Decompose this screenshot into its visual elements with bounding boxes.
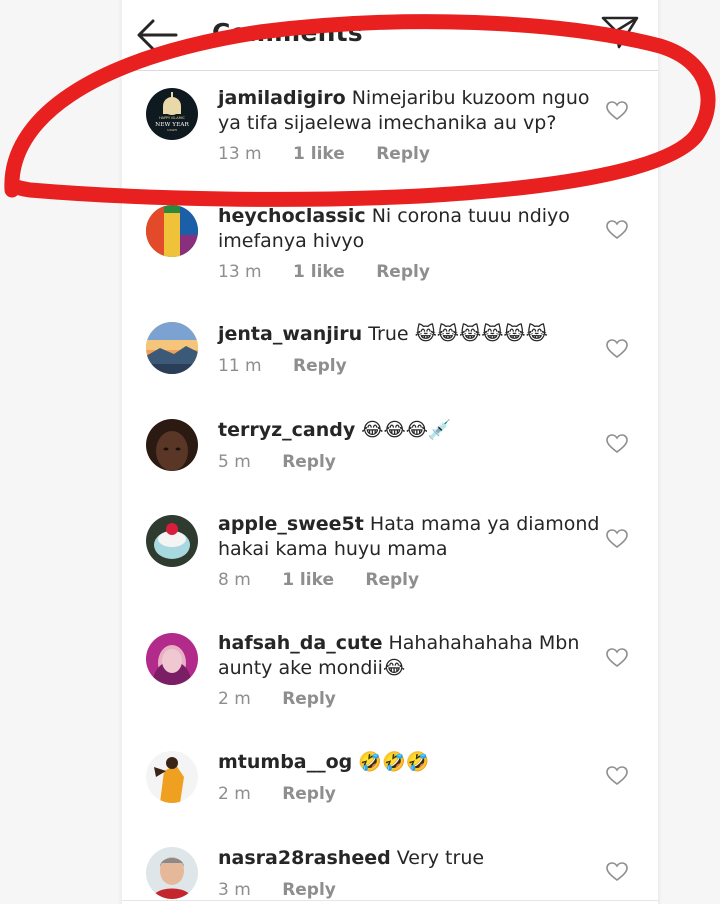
comment-text: Ni corona tuuu ndiyo <box>371 205 570 227</box>
reply-button[interactable]: Reply <box>282 689 336 709</box>
comment-body: apple_swee5t Hata mama ya diamond hakai … <box>218 512 608 562</box>
comment-item: heychoclassic Ni corona tuuu ndiyo imefa… <box>122 190 658 308</box>
comment-body: nasra28rasheed Very true <box>218 846 608 871</box>
comment-body: mtumba__og 🤣🤣🤣 <box>218 750 608 775</box>
avatar-caption-3: 1442H <box>167 128 177 132</box>
comment-text-line2: hakai kama huyu mama <box>218 538 448 560</box>
comment-username[interactable]: mtumba__og <box>218 751 352 773</box>
comment-time: 3 m <box>218 880 251 900</box>
comment-body: heychoclassic Ni corona tuuu ndiyo imefa… <box>218 204 608 254</box>
comment-username[interactable]: hafsah_da_cute <box>218 632 382 654</box>
comment-item: hafsah_da_cute Hahahahahaha Mbn aunty ak… <box>122 622 658 736</box>
comment-item: apple_swee5t Hata mama ya diamond hakai … <box>122 504 658 618</box>
comment-text-line2: aunty ake mondii😂 <box>218 657 406 679</box>
comment-text: Hata mama ya diamond <box>369 513 600 535</box>
avatar-caption-1: HAPPY ISLAMIC <box>159 116 185 120</box>
comment-username[interactable]: jamiladigiro <box>218 87 346 109</box>
avatar[interactable] <box>146 751 198 803</box>
reply-button[interactable]: Reply <box>376 144 430 164</box>
heart-icon[interactable] <box>606 339 628 359</box>
heart-icon[interactable] <box>606 529 628 549</box>
reply-button[interactable]: Reply <box>293 356 347 376</box>
reply-button[interactable]: Reply <box>365 570 419 590</box>
comment-time: 5 m <box>218 452 251 472</box>
comment-text: 😂😂😂💉 <box>361 419 452 441</box>
comment-meta: 8 m 1 like Reply <box>218 570 445 590</box>
comment-text: Nimejaribu kuzoom nguo <box>351 87 590 109</box>
comment-meta: 2 m Reply <box>218 689 362 709</box>
comment-time: 13 m <box>218 144 262 164</box>
arrow-left-icon[interactable] <box>136 18 178 52</box>
paper-plane-icon[interactable] <box>600 14 640 50</box>
heart-icon[interactable] <box>606 434 628 454</box>
comment-body: hafsah_da_cute Hahahahahaha Mbn aunty ak… <box>218 631 608 681</box>
comment-text: Hahahahahaha Mbn <box>388 632 580 654</box>
avatar[interactable] <box>146 205 198 257</box>
comment-time: 2 m <box>218 784 251 804</box>
left-shadow <box>0 0 122 904</box>
comment-likes[interactable]: 1 like <box>293 262 345 282</box>
comment-text: True 😹😹😹😹😹😹 <box>368 323 548 345</box>
comment-text: Very true <box>396 847 485 869</box>
avatar[interactable] <box>146 322 198 374</box>
heart-icon[interactable] <box>606 862 628 882</box>
top-bar: Comments <box>122 0 658 71</box>
heart-icon[interactable] <box>606 648 628 668</box>
bottom-divider <box>122 900 658 901</box>
comment-body: jamiladigiro Nimejaribu kuzoom nguo ya t… <box>218 86 608 136</box>
comment-username[interactable]: jenta_wanjiru <box>218 323 362 345</box>
comment-time: 8 m <box>218 570 251 590</box>
comment-body: terryz_candy 😂😂😂💉 <box>218 418 608 443</box>
comment-item: jenta_wanjiru True 😹😹😹😹😹😹 11 m Reply <box>122 312 658 404</box>
comment-meta: 11 m Reply <box>218 356 373 376</box>
comment-time: 2 m <box>218 689 251 709</box>
comment-item: HAPPY ISLAMIC NEW YEAR 1442H jamiladigir… <box>122 70 658 188</box>
avatar[interactable] <box>146 847 198 899</box>
comment-meta: 3 m Reply <box>218 880 362 900</box>
comment-meta: 13 m 1 like Reply <box>218 262 456 282</box>
comment-item: nasra28rasheed Very true 3 m Reply <box>122 836 658 900</box>
comment-username[interactable]: heychoclassic <box>218 205 366 227</box>
reply-button[interactable]: Reply <box>376 262 430 282</box>
comment-meta: 2 m Reply <box>218 784 362 804</box>
comment-username[interactable]: terryz_candy <box>218 419 355 441</box>
comment-meta: 13 m 1 like Reply <box>218 144 456 164</box>
comment-body: jenta_wanjiru True 😹😹😹😹😹😹 <box>218 322 608 347</box>
comment-text-line2: imefanya hivyo <box>218 230 365 252</box>
reply-button[interactable]: Reply <box>282 452 336 472</box>
heart-icon[interactable] <box>606 220 628 240</box>
reply-button[interactable]: Reply <box>282 784 336 804</box>
comment-time: 13 m <box>218 262 262 282</box>
avatar[interactable] <box>146 515 198 567</box>
comment-text: 🤣🤣🤣 <box>358 751 430 773</box>
heart-icon[interactable] <box>606 101 628 121</box>
avatar[interactable] <box>146 633 198 685</box>
comment-item: terryz_candy 😂😂😂💉 5 m Reply <box>122 408 658 500</box>
right-shadow <box>658 0 720 904</box>
page-title: Comments <box>212 18 363 47</box>
reply-button[interactable]: Reply <box>282 880 336 900</box>
comment-meta: 5 m Reply <box>218 452 362 472</box>
heart-icon[interactable] <box>606 766 628 786</box>
comment-username[interactable]: nasra28rasheed <box>218 847 391 869</box>
avatar[interactable]: HAPPY ISLAMIC NEW YEAR 1442H <box>146 88 198 140</box>
comment-likes[interactable]: 1 like <box>282 570 334 590</box>
comment-item: mtumba__og 🤣🤣🤣 2 m Reply <box>122 740 658 832</box>
comment-username[interactable]: apple_swee5t <box>218 513 364 535</box>
avatar[interactable] <box>146 419 198 471</box>
comment-time: 11 m <box>218 356 262 376</box>
comment-text-line2: ya tifa sijaelewa imechanika au vp? <box>218 112 557 134</box>
comment-likes[interactable]: 1 like <box>293 144 345 164</box>
